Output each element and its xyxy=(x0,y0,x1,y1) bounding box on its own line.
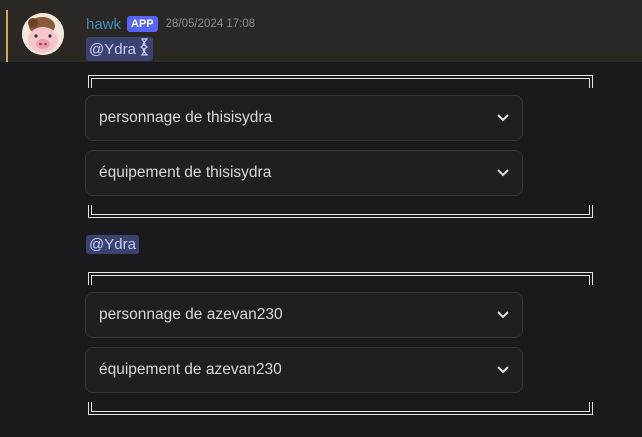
author-username[interactable]: hawk xyxy=(86,16,121,33)
decorative-frame-bottom xyxy=(88,402,593,415)
message-header: hawk APP 28/05/2024 17:08 xyxy=(86,14,255,34)
mention-text: @Ydra xyxy=(89,40,136,58)
select-equipement-azevan230[interactable]: équipement de azevan230 xyxy=(85,347,523,393)
select-equipement-thisisydra[interactable]: équipement de thisisydra xyxy=(85,150,523,196)
message-timestamp[interactable]: 28/05/2024 17:08 xyxy=(166,18,256,30)
select-label: personnage de azevan230 xyxy=(99,306,283,323)
chevron-down-icon xyxy=(496,363,510,377)
select-label: équipement de azevan230 xyxy=(99,361,282,378)
decorative-frame-bottom xyxy=(88,205,593,218)
user-mention[interactable]: @Ydra xyxy=(86,37,153,61)
select-personnage-thisisydra[interactable]: personnage de thisisydra xyxy=(85,95,523,141)
select-personnage-azevan230[interactable]: personnage de azevan230 xyxy=(85,292,523,338)
user-mention[interactable]: @Ydra xyxy=(86,235,139,254)
chevron-down-icon xyxy=(496,166,510,180)
pig-avatar-icon[interactable] xyxy=(22,13,64,55)
mention-indicator-bar xyxy=(6,10,8,62)
bracket-icon xyxy=(139,38,150,60)
decorative-frame-top xyxy=(88,75,593,88)
select-label: équipement de thisisydra xyxy=(99,164,272,181)
select-label: personnage de thisisydra xyxy=(99,109,273,126)
app-badge: APP xyxy=(127,16,158,32)
chevron-down-icon xyxy=(496,111,510,125)
chevron-down-icon xyxy=(496,308,510,322)
mention-text: @Ydra xyxy=(89,236,136,253)
decorative-frame-top xyxy=(88,272,593,285)
